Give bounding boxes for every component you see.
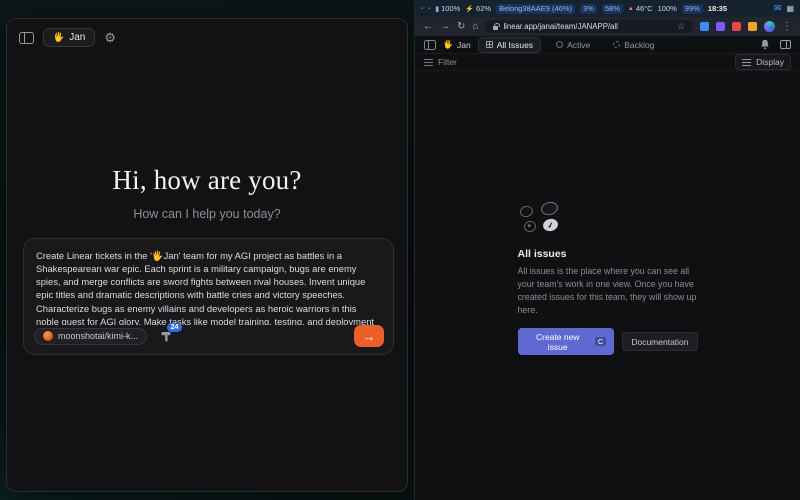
wifi-network-indicator[interactable]: Belong38AAE9 (46%) [496, 4, 575, 14]
tab-all-issues[interactable]: All Issues [478, 37, 541, 53]
battery-percent: 100% [441, 4, 460, 13]
filter-button[interactable]: Filter [424, 57, 457, 67]
display-label: Display [756, 57, 784, 67]
send-arrow-icon: → [363, 329, 376, 344]
backlog-status-icon [613, 41, 620, 48]
backlog-status-icon [539, 200, 559, 217]
extension-icon-blue[interactable] [700, 22, 709, 31]
tab-backlog[interactable]: Backlog [605, 37, 662, 53]
display-sliders-icon [742, 59, 751, 66]
model-selector[interactable]: moonshotai/kimi-k... [34, 328, 147, 345]
model-label: moonshotai/kimi-k... [58, 331, 138, 341]
tab-label: All Issues [497, 40, 533, 50]
todo-status-icon [518, 204, 533, 218]
empty-state-description: All issues is the place where you can se… [518, 265, 698, 318]
create-issue-label: Create new issue [526, 332, 590, 352]
shortcut-key: C [595, 337, 606, 346]
workspace-selector[interactable]: 🖐 Jan [43, 28, 95, 47]
battery-icon: ▮ [435, 5, 439, 13]
workspace-label: Jan [69, 32, 85, 43]
sidebar-toggle-icon[interactable] [19, 32, 34, 44]
bookmark-star-icon[interactable]: ☆ [677, 21, 685, 32]
linear-workspace-label: Jan [457, 40, 471, 50]
done-status-icon: ✓ [541, 217, 558, 232]
linear-workspace[interactable]: 🖐 Jan [443, 40, 471, 50]
charge-percent: 62% [476, 4, 491, 13]
tray-icon[interactable]: ▪ [428, 6, 430, 12]
filter-icon [424, 59, 433, 66]
url-text: linear.app/janai/team/JANAPP/all [503, 22, 617, 31]
linear-tabbar-actions [760, 39, 791, 50]
check-icon: ✓ [546, 219, 555, 229]
back-button[interactable]: ← [423, 22, 433, 32]
system-statusbar: ▪ ▪ ▮ 100% ⚡ 62% Belong38AAE9 (46%) 3% 5… [415, 0, 800, 17]
linear-app: 🖐 Jan All Issues Active Backlog [415, 36, 800, 500]
message-composer[interactable]: Create Linear tickets in the '🖐Jan' team… [23, 238, 394, 355]
battery-indicator: ▮ 100% [435, 4, 460, 13]
forward-button[interactable]: → [440, 22, 450, 32]
clock: 18:35 [708, 4, 727, 13]
status-icons-cluster: ✓ [518, 202, 570, 238]
documentation-button[interactable]: Documentation [622, 332, 697, 351]
workspace-emoji: 🖐 [53, 32, 64, 43]
greeting-title: Hi, how are you? [7, 165, 407, 196]
filter-label: Filter [438, 57, 457, 67]
tab-label: Backlog [624, 40, 654, 50]
chat-empty-state: Hi, how are you? How can I help you toda… [7, 165, 407, 221]
profile-avatar[interactable] [764, 21, 775, 32]
temperature-indicator: ▲ 46°C [628, 4, 653, 13]
model-provider-icon [43, 331, 53, 341]
volume-indicator: 100% [658, 4, 677, 13]
linear-workspace-emoji: 🖐 [443, 40, 453, 49]
create-new-issue-button[interactable]: Create new issue C [518, 328, 615, 355]
notifications-bell-icon[interactable] [760, 39, 770, 50]
active-status-icon [556, 41, 563, 48]
in-progress-status-icon [522, 219, 536, 233]
send-button[interactable]: → [354, 325, 384, 347]
warn-triangle-icon: ▲ [628, 6, 634, 12]
desktop-background: 🖐 Jan ⚙ Hi, how are you? How can I help … [0, 0, 800, 500]
composer-toolbar: moonshotai/kimi-k... 24 → [34, 325, 384, 347]
net-usage-indicator: 3% [580, 4, 597, 14]
cpu-usage-indicator: 58% [602, 4, 623, 14]
mail-tray-icon[interactable]: ✉ [774, 3, 782, 14]
bolt-icon: ⚡ [465, 5, 474, 13]
home-button[interactable]: ⌂ [472, 22, 478, 32]
memory-indicator: 99% [682, 4, 703, 14]
empty-state-actions: Create new issue C Documentation [518, 328, 698, 355]
tray-icon[interactable]: ▪ [421, 6, 423, 12]
browser-toolbar: ← → ↻ ⌂ linear.app/janai/team/JANAPP/all… [415, 17, 800, 36]
display-button[interactable]: Display [735, 54, 791, 70]
linear-tabbar: 🖐 Jan All Issues Active Backlog [415, 36, 800, 54]
prompt-input[interactable]: Create Linear tickets in the '🖐Jan' team… [36, 249, 381, 325]
all-issues-empty-state: ✓ All issues All issues is the place whe… [518, 202, 698, 356]
browser-menu-icon[interactable]: ⋮ [782, 21, 792, 32]
lock-icon [493, 26, 498, 30]
linear-filterbar: Filter Display [415, 54, 800, 71]
side-panel-icon[interactable] [780, 40, 791, 49]
volume-percent: 100% [658, 4, 677, 13]
app-grid-icon[interactable]: ▦ [786, 4, 794, 13]
tab-active[interactable]: Active [548, 37, 598, 53]
tab-label: Active [567, 40, 590, 50]
extension-icon-yellow[interactable] [748, 22, 757, 31]
greeting-subtitle: How can I help you today? [7, 207, 407, 221]
linear-sidebar-toggle-icon[interactable] [424, 40, 436, 50]
extension-icon-purple[interactable] [716, 22, 725, 31]
address-bar[interactable]: linear.app/janai/team/JANAPP/all ☆ [485, 20, 693, 33]
tools-count-badge: 24 [167, 323, 182, 332]
settings-gear-icon[interactable]: ⚙ [104, 31, 116, 44]
temperature-value: 46°C [636, 4, 653, 13]
charge-indicator: ⚡ 62% [465, 4, 491, 13]
chat-app-window: 🖐 Jan ⚙ Hi, how are you? How can I help … [6, 18, 408, 492]
refresh-button[interactable]: ↻ [457, 22, 465, 32]
empty-state-title: All issues [518, 248, 698, 260]
all-issues-icon [486, 41, 493, 48]
linear-content: ✓ All issues All issues is the place whe… [415, 71, 800, 500]
browser-window: ▪ ▪ ▮ 100% ⚡ 62% Belong38AAE9 (46%) 3% 5… [414, 0, 800, 500]
extension-icon-red[interactable] [732, 22, 741, 31]
tools-button[interactable]: 24 [160, 330, 175, 343]
chat-topbar: 🖐 Jan ⚙ [7, 19, 407, 56]
